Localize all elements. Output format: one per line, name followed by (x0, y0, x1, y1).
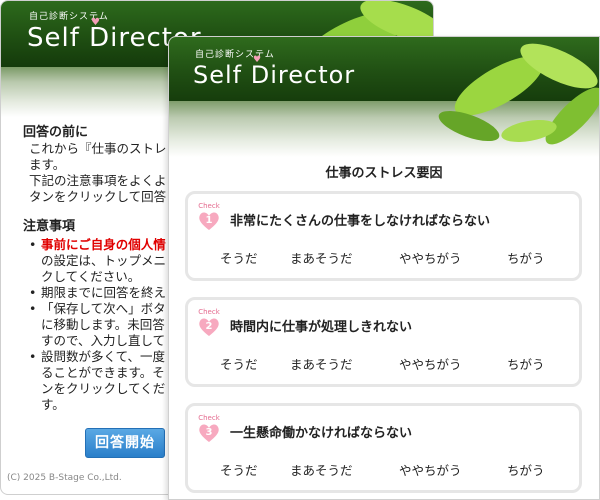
questionnaire-window: 自己診断システム Self Director ♥ 仕事のストレス要因 Check… (168, 36, 600, 500)
leaves-illustration (438, 43, 599, 145)
option-yaya-chigau[interactable]: ややちがう (399, 460, 462, 479)
option-chigau[interactable]: ちがう (507, 248, 545, 267)
option-maa-souda[interactable]: まあそうだ (290, 354, 353, 373)
option-soudа[interactable]: そうだ (220, 248, 258, 267)
question-text: 時間内に仕事が処理しきれない (230, 320, 413, 335)
start-answer-button[interactable]: 回答開始 (85, 428, 165, 458)
check-badge: Check 1 (196, 202, 222, 236)
option-maa-souda[interactable]: まあそうだ (290, 248, 353, 267)
question-card: Check 2 時間内に仕事が処理しきれない そうだ まあそうだ ややちがう ち… (185, 297, 582, 387)
heart-icon: ♥ (91, 17, 100, 28)
heart-icon: ♥ (253, 55, 262, 65)
option-maa-souda[interactable]: まあそうだ (290, 460, 353, 479)
question-card: Check 3 一生懸命働かなければならない そうだ まあそうだ ややちがう ち… (185, 403, 582, 493)
copyright-text: (C) 2025 B-Stage Co.,Ltd. (7, 473, 122, 483)
question-text: 非常にたくさんの仕事をしなければならない (230, 214, 491, 229)
option-souda[interactable]: そうだ (220, 354, 258, 373)
option-yaya-chigau[interactable]: ややちがう (399, 248, 462, 267)
page-title: 仕事のストレス要因 (325, 166, 443, 181)
brand-logo: Self Director (193, 61, 356, 89)
check-badge: Check 2 (196, 308, 222, 342)
brand-subtitle: 自己診断システム (195, 50, 275, 60)
option-chigau[interactable]: ちがう (507, 460, 545, 479)
question-text: 一生懸命働かなければならない (230, 426, 413, 441)
question-card: Check 1 非常にたくさんの仕事をしなければならない そうだ まあそうだ や… (185, 191, 582, 281)
option-yaya-chigau[interactable]: ややちがう (399, 354, 462, 373)
check-badge: Check 3 (196, 414, 222, 448)
option-chigau[interactable]: ちがう (507, 354, 545, 373)
option-souda[interactable]: そうだ (220, 460, 258, 479)
